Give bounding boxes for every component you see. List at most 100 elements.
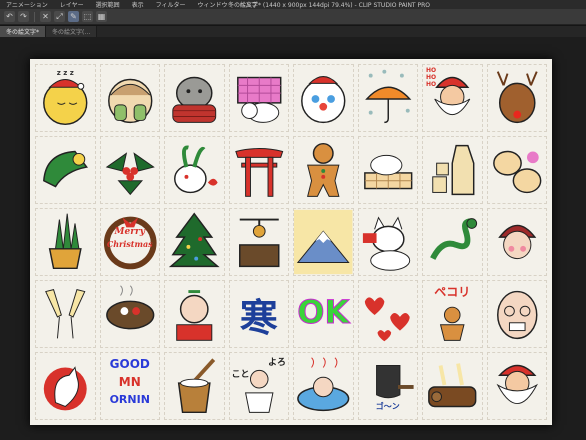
sticker-snow-rabbit[interactable]	[164, 136, 225, 204]
menu-animation[interactable]: アニメーション	[0, 0, 54, 9]
grid-icon[interactable]: ▦	[96, 11, 107, 22]
santa-icon	[434, 76, 471, 116]
good-text: GOOD	[109, 357, 150, 371]
sticker-holly[interactable]	[99, 136, 160, 204]
sticker-kotoyoro[interactable]: こと よろ	[228, 352, 289, 420]
umbrella-icon	[364, 69, 411, 124]
onsen-icon	[297, 357, 350, 412]
transform-icon[interactable]: ⤢	[54, 11, 65, 22]
sticker-mount-fuji[interactable]	[293, 208, 354, 276]
sticker-samui-kanji[interactable]: 寒	[228, 280, 289, 348]
bell-icon	[375, 365, 414, 399]
cornucopia-icon	[43, 150, 88, 188]
sticker-old-man[interactable]	[486, 280, 547, 348]
sticker-ok[interactable]: OK	[293, 280, 354, 348]
menu-layer[interactable]: レイヤー	[54, 0, 90, 9]
sticker-cold-character[interactable]	[99, 64, 160, 132]
wreath-icon	[103, 216, 157, 270]
sticker-hearts[interactable]	[357, 280, 418, 348]
sticker-snowman[interactable]	[293, 64, 354, 132]
sticker-christmas-wreath[interactable]: Merry Christmas	[99, 208, 160, 276]
sticker-cat-letter[interactable]	[357, 208, 418, 276]
kadomatsu-icon	[48, 213, 82, 270]
rabbit-icon	[174, 145, 218, 194]
dragon-icon	[430, 218, 478, 260]
bowing-boy-icon	[244, 369, 273, 413]
kanji-text: 寒	[239, 296, 278, 340]
sticker-shrine-bell[interactable]	[228, 208, 289, 276]
sticker-pekori[interactable]: ペコリ	[422, 280, 483, 348]
undo-icon[interactable]: ↶	[4, 11, 15, 22]
sticker-champagne[interactable]	[35, 280, 96, 348]
mochi-icon	[363, 154, 412, 190]
clear-icon[interactable]: ✕	[40, 11, 51, 22]
mountain-icon	[294, 209, 353, 275]
sticker-dog-scarf[interactable]	[164, 64, 225, 132]
menu-view[interactable]: 表示	[126, 0, 150, 9]
sticker-kadomatsu[interactable]	[35, 208, 96, 276]
toolbar-divider	[34, 11, 35, 22]
sticker-sleeping-moon[interactable]: z z z	[35, 64, 96, 132]
sticker-sake[interactable]	[422, 136, 483, 204]
tab-document-2[interactable]: 冬の絵文字(…	[46, 26, 98, 37]
tree-icon	[168, 212, 220, 268]
sticker-gingerbread[interactable]	[293, 136, 354, 204]
sticker-snow-umbrella[interactable]	[357, 64, 418, 132]
champagne-icon	[45, 289, 86, 339]
shrine-icon	[238, 218, 279, 268]
window-title: 冬の絵文字* (1440 x 900px 144dpi 79.4%) - CLI…	[228, 2, 431, 9]
sticker-yule-log[interactable]	[422, 352, 483, 420]
menu-selection[interactable]: 選択範囲	[90, 0, 126, 9]
redo-icon[interactable]: ↷	[18, 11, 29, 22]
sticker-rooster-sun[interactable]	[35, 352, 96, 420]
ornin-text: ORNIN	[109, 393, 150, 406]
sticker-dragon[interactable]	[422, 208, 483, 276]
reindeer-icon	[496, 71, 538, 124]
sticker-reindeer[interactable]	[486, 64, 547, 132]
sake-icon	[432, 144, 475, 196]
sticker-santa-2[interactable]	[486, 352, 547, 420]
pen-icon[interactable]: ✎	[68, 11, 79, 22]
bun-icon	[492, 150, 541, 194]
sticker-mochi-grill[interactable]	[357, 136, 418, 204]
ok-text: OK	[297, 293, 350, 332]
rooster-icon	[43, 366, 87, 411]
girl-icon	[497, 224, 536, 260]
snowman-icon	[301, 76, 346, 124]
santa-beard-icon	[496, 364, 538, 404]
mortar-icon	[177, 358, 216, 414]
gingerbread-icon	[307, 142, 340, 197]
canvas-page[interactable]: z z z HO HO HO Merry Christmas 寒 OK ペコリ …	[30, 59, 552, 425]
mn-text: MN	[118, 375, 141, 389]
sticker-meat-buns[interactable]	[486, 136, 547, 204]
sticker-good-morning[interactable]: GOOD MN ORNIN	[99, 352, 160, 420]
sticker-hotpot[interactable]	[99, 280, 160, 348]
cat-icon	[362, 216, 410, 271]
command-bar: ↶ ↷ ✕ ⤢ ✎ ⬚ ▦	[0, 9, 586, 25]
selection-icon[interactable]: ⬚	[82, 11, 93, 22]
sticker-girl-hat[interactable]	[486, 208, 547, 276]
kotatsu-icon	[236, 76, 281, 123]
sticker-sick-girl[interactable]	[164, 280, 225, 348]
menu-bar: アニメーション レイヤー 選択範囲 表示 フィルター ウィンドウ ヘルプ 冬の絵…	[0, 0, 586, 9]
sticker-treasure-ship[interactable]	[35, 136, 96, 204]
sticker-torii-gate[interactable]	[228, 136, 289, 204]
sticker-kotatsu-cat[interactable]	[228, 64, 289, 132]
yule-log-icon	[428, 363, 477, 408]
sticker-temple-bell[interactable]: ゴ〜ン	[357, 352, 418, 420]
sticker-santa[interactable]: HO HO HO	[422, 64, 483, 132]
canvas-workspace[interactable]: z z z HO HO HO Merry Christmas 寒 OK ペコリ …	[0, 37, 586, 440]
gingerbread-bow-icon	[439, 306, 465, 341]
holly-icon	[105, 152, 155, 196]
mittens-icon	[107, 78, 152, 124]
dog-icon	[172, 76, 217, 123]
hotpot-icon	[105, 285, 154, 330]
sticker-christmas-tree[interactable]	[164, 208, 225, 276]
heart-icon	[364, 297, 410, 342]
tab-document-1[interactable]: 冬の絵文字*	[0, 26, 47, 37]
document-tabs: 冬の絵文字* 冬の絵文字(…	[0, 26, 586, 37]
sticker-mochi-pounding[interactable]	[164, 352, 225, 420]
menu-filter[interactable]: フィルター	[150, 0, 192, 9]
sticker-hot-spring[interactable]	[293, 352, 354, 420]
torii-icon	[234, 148, 283, 197]
